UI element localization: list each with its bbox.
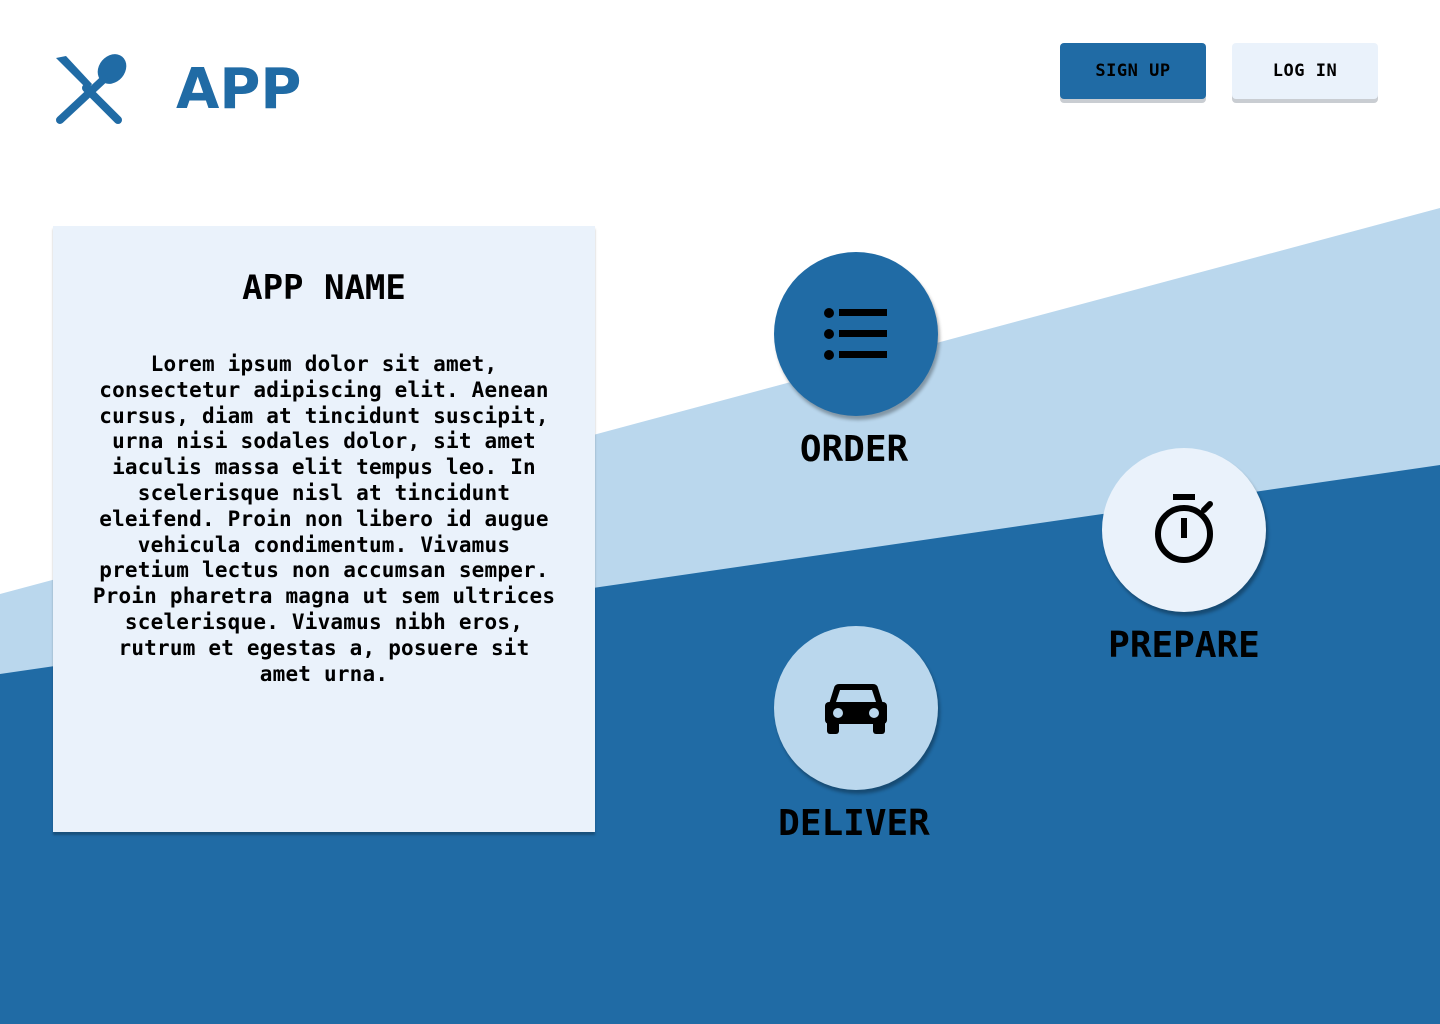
prepare-step-label: PREPARE bbox=[1108, 625, 1260, 666]
prepare-step-button[interactable] bbox=[1102, 448, 1266, 612]
fork-spoon-icon bbox=[56, 54, 127, 124]
order-step-button[interactable] bbox=[774, 252, 938, 416]
order-step-label: ORDER bbox=[799, 429, 909, 470]
card-title: APP NAME bbox=[242, 268, 406, 308]
car-icon bbox=[825, 684, 887, 734]
list-icon bbox=[824, 308, 887, 360]
card-body-text: Lorem ipsum dolor sit amet, consectetur … bbox=[92, 352, 556, 686]
log-in-button[interactable]: LOG IN bbox=[1232, 43, 1378, 99]
deliver-step-label: DELIVER bbox=[778, 803, 930, 844]
stopwatch-icon bbox=[1155, 494, 1213, 563]
deliver-step-button[interactable] bbox=[774, 626, 938, 790]
brand-name: APP bbox=[176, 57, 302, 122]
sign-up-button[interactable]: SIGN UP bbox=[1060, 43, 1206, 99]
info-card: APP NAME Lorem ipsum dolor sit amet, con… bbox=[53, 226, 595, 832]
